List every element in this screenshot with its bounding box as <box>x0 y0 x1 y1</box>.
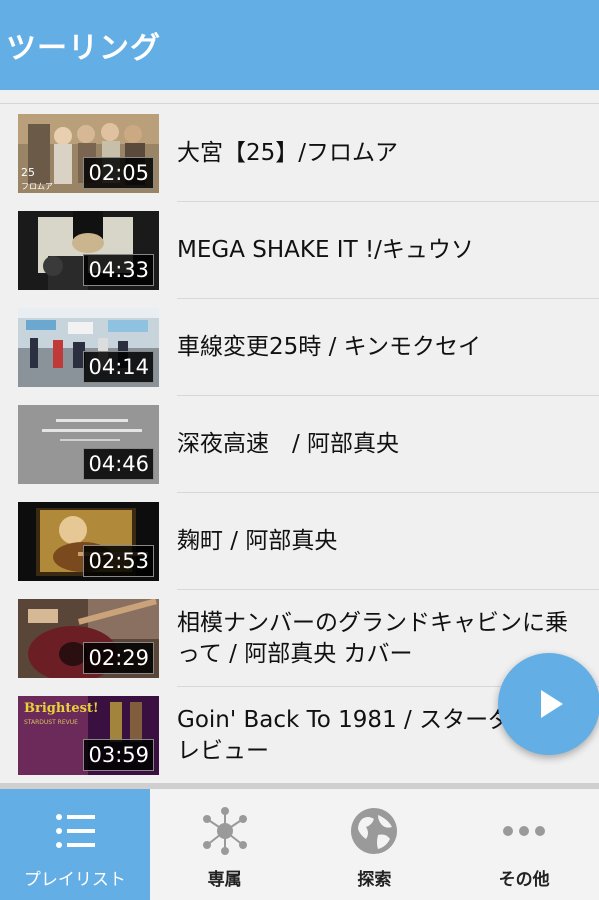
video-thumbnail: 02:29 <box>18 599 159 678</box>
playlist-title: ツーリング <box>6 31 161 66</box>
list-item[interactable]: 04:33 MEGA SHAKE IT !/キュウソ <box>0 202 599 299</box>
top-app-bar: ツーリング <box>0 0 599 90</box>
video-title: 車線変更25時 / キンモクセイ <box>177 334 481 360</box>
app-screen: ツーリング 25 フロムア 02:05 大宮【25】/フロムア 04:33 ME… <box>0 0 599 900</box>
nav-label-exclusive: 専属 <box>207 870 242 890</box>
list-item[interactable]: 04:14 車線変更25時 / キンモクセイ <box>0 299 599 396</box>
video-duration: 02:05 <box>83 157 154 189</box>
video-duration: 04:33 <box>83 254 154 286</box>
svg-text:フロムア: フロムア <box>21 182 53 191</box>
album-art-text: Brightest! <box>24 701 99 716</box>
video-thumbnail: 04:14 <box>18 308 159 387</box>
video-duration: 03:59 <box>83 739 154 771</box>
nav-item-more[interactable]: その他 <box>449 789 599 900</box>
svg-text:25: 25 <box>21 166 35 179</box>
nav-label-explore: 探索 <box>357 870 392 890</box>
nav-label-playlist: プレイリスト <box>23 870 126 890</box>
nav-item-explore[interactable]: 探索 <box>300 789 450 900</box>
more-icon <box>503 826 546 836</box>
play-fab-button[interactable] <box>498 653 599 755</box>
video-thumbnail: 04:46 <box>18 405 159 484</box>
play-icon <box>541 690 563 718</box>
video-thumbnail: 25 フロムア 02:05 <box>18 114 159 193</box>
list-item[interactable]: 25 フロムア 02:05 大宮【25】/フロムア <box>0 105 599 202</box>
bottom-navigation: プレイリスト 専属 探索 その他 <box>0 789 599 900</box>
nav-item-exclusive[interactable]: 専属 <box>150 789 300 900</box>
video-title: 大宮【25】/フロムア <box>177 140 399 166</box>
nav-item-playlist[interactable]: プレイリスト <box>0 789 150 900</box>
video-title: 深夜高速 / 阿部真央 <box>177 431 400 457</box>
video-duration: 04:46 <box>83 448 154 480</box>
network-icon <box>202 807 247 855</box>
list-icon <box>55 814 95 848</box>
globe-icon <box>351 808 398 854</box>
video-duration: 02:29 <box>83 642 154 674</box>
video-thumbnail: Brightest! STARDUST REVUE 03:59 <box>18 696 159 775</box>
list-top-divider <box>0 90 599 104</box>
video-title: 麹町 / 阿部真央 <box>177 528 338 554</box>
list-item[interactable]: 04:46 深夜高速 / 阿部真央 <box>0 396 599 493</box>
video-thumbnail: 04:33 <box>18 211 159 290</box>
video-duration: 02:53 <box>83 545 154 577</box>
list-item[interactable]: 02:53 麹町 / 阿部真央 <box>0 493 599 590</box>
video-thumbnail: 02:53 <box>18 502 159 581</box>
nav-label-more: その他 <box>498 870 550 890</box>
video-title: MEGA SHAKE IT !/キュウソ <box>177 237 474 263</box>
svg-text:STARDUST REVUE: STARDUST REVUE <box>24 719 78 726</box>
video-duration: 04:14 <box>83 351 154 383</box>
